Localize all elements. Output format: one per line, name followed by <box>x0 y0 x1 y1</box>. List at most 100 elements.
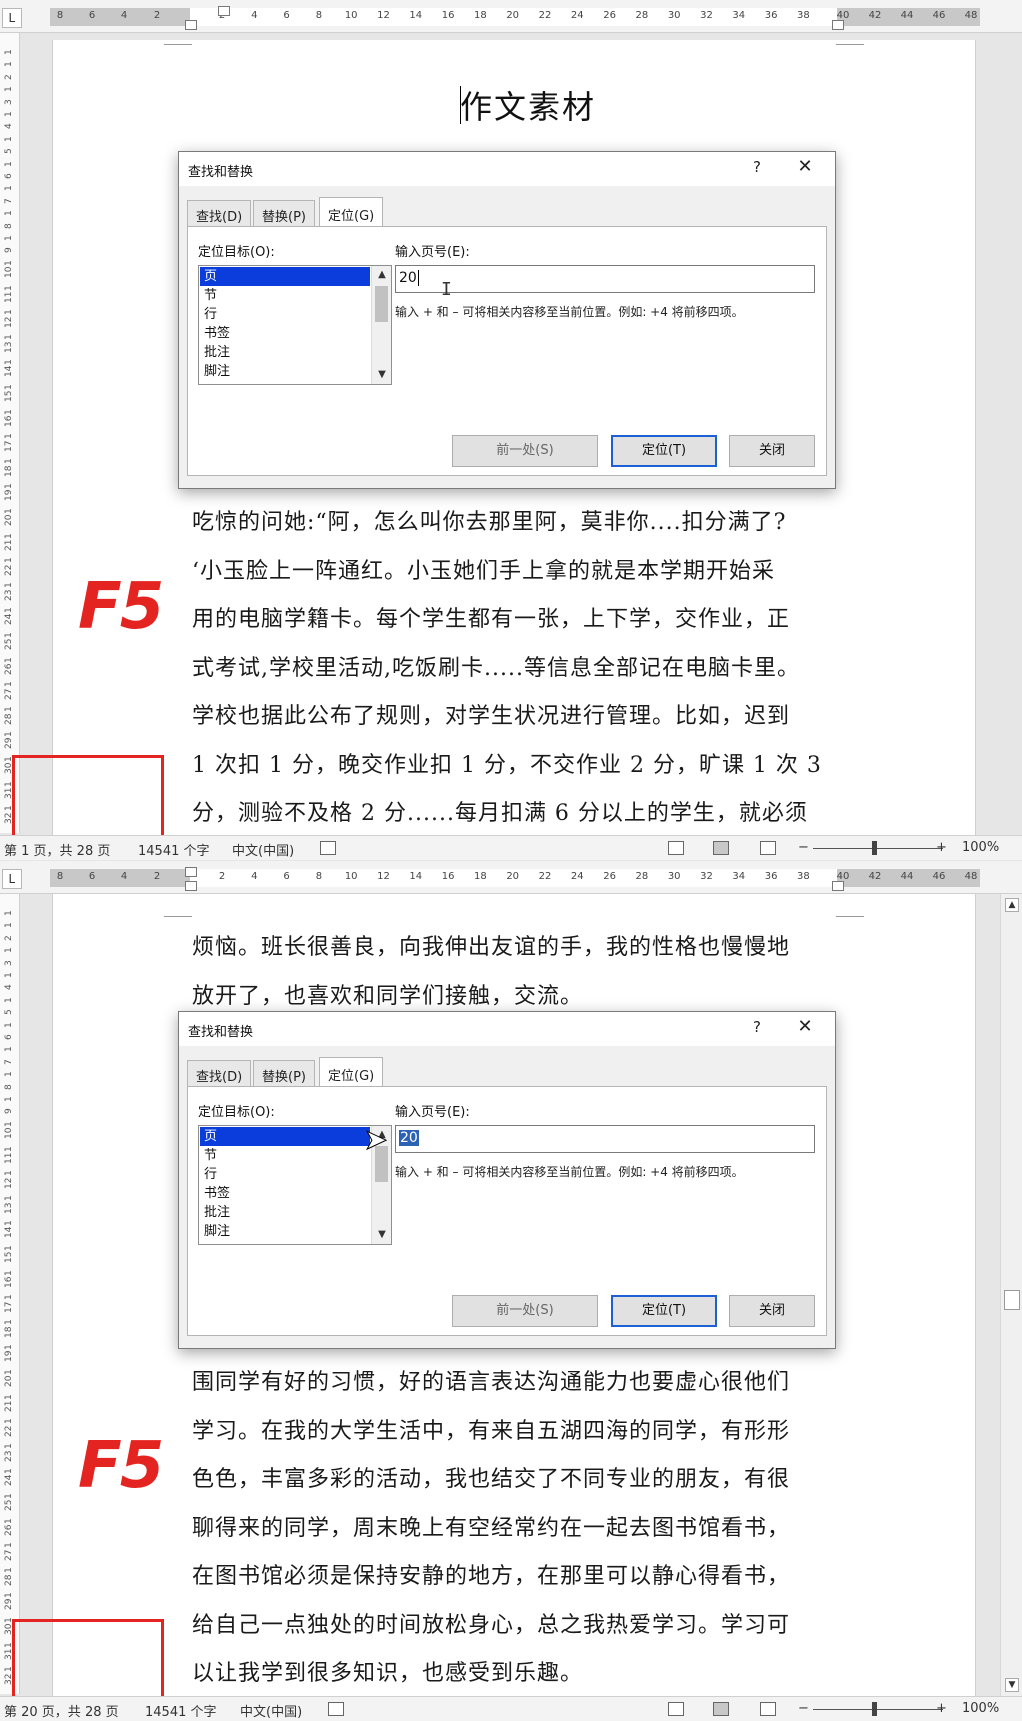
web-layout-icon[interactable] <box>760 841 776 855</box>
document-scrollbar[interactable]: ▲ ▼ <box>1000 894 1022 1696</box>
vruler-tick-label: 1 <box>4 1369 14 1375</box>
ruler-tick-label: 24 <box>570 10 584 21</box>
close-button[interactable]: 关闭 <box>729 1295 815 1327</box>
scroll-down-icon[interactable]: ▼ <box>1005 1678 1019 1692</box>
read-mode-icon[interactable] <box>668 1702 684 1716</box>
zoom-level[interactable]: 100% <box>962 1701 999 1716</box>
word-count-status[interactable]: 14541 个字 <box>138 840 210 859</box>
vruler-tick-label: 1 <box>4 997 14 1003</box>
zoom-slider-track[interactable] <box>813 848 943 849</box>
print-layout-icon[interactable] <box>713 1702 729 1716</box>
web-layout-icon[interactable] <box>760 1702 776 1716</box>
left-indent-marker[interactable] <box>185 20 197 30</box>
list-item-comment[interactable]: 批注 <box>200 343 370 362</box>
ruler-tick-label: 4 <box>251 871 258 882</box>
tab-replace[interactable]: 替换(P) <box>253 200 315 226</box>
zoom-slider-track[interactable] <box>813 1709 943 1710</box>
zoom-level[interactable]: 100% <box>962 840 999 855</box>
vruler-tick-label: 13 <box>4 341 14 353</box>
vruler-tick-label: 1 <box>4 1121 14 1127</box>
help-button[interactable]: ? <box>747 158 767 176</box>
list-item-bookmark[interactable]: 书签 <box>200 324 370 343</box>
list-scrollbar[interactable]: ▲ ▼ <box>371 266 391 384</box>
tab-goto[interactable]: 定位(G) <box>319 1057 384 1087</box>
tab-goto[interactable]: 定位(G) <box>319 197 384 227</box>
vruler-tick-label: 7 <box>4 1059 14 1065</box>
scroll-up-icon[interactable]: ▲ <box>1005 898 1019 912</box>
goto-button[interactable]: 定位(T) <box>611 435 717 467</box>
close-icon[interactable]: ✕ <box>791 1016 819 1037</box>
help-button[interactable]: ? <box>747 1018 767 1036</box>
read-mode-icon[interactable] <box>668 841 684 855</box>
horizontal-ruler[interactable]: L 86422468101214161820222426283032343638… <box>0 0 1022 33</box>
ruler-tick-label: 26 <box>603 10 616 21</box>
zoom-in-icon[interactable]: + <box>936 1701 947 1716</box>
list-item-section[interactable]: 节 <box>200 1146 370 1165</box>
dialog-titlebar[interactable]: 查找和替换 ? ✕ <box>179 1012 835 1046</box>
ruler-tick-label: 18 <box>474 10 487 21</box>
first-line-indent-marker[interactable] <box>218 6 230 16</box>
paragraph-line: 学习。在我的大学生活中，有来自五湖四海的同学，有形形 <box>192 1418 791 1444</box>
page-number-input[interactable]: 20 <box>395 1125 815 1153</box>
paragraph-line: 式考试,学校里活动,吃饭刷卡.....等信息全部记在电脑卡里。 <box>192 655 800 681</box>
language-status[interactable]: 中文(中国) <box>232 840 294 859</box>
macro-record-icon[interactable] <box>328 1702 344 1716</box>
vruler-tick-label: 12 <box>4 316 14 328</box>
close-button[interactable]: 关闭 <box>729 435 815 467</box>
vertical-ruler[interactable]: 1 1 2 1 3 1 4 1 5 1 6 1 7 1 8 1 9 1 10 1 11 1 12 1 13 1 14 1 15 1 16 1 1… <box>0 894 20 1694</box>
word-count-status[interactable]: 14541 个字 <box>145 1701 217 1720</box>
page-count-status[interactable]: 第 1 页，共 28 页 <box>4 840 110 859</box>
right-indent-marker[interactable] <box>832 881 844 891</box>
right-indent-marker[interactable] <box>832 20 844 30</box>
goto-target-list[interactable]: 页 节 行 书签 批注 脚注 ▲ ▼ <box>198 265 392 385</box>
print-layout-icon[interactable] <box>713 841 729 855</box>
list-item-footnote[interactable]: 脚注 <box>200 1222 370 1241</box>
vruler-tick-label: 17 <box>4 1301 14 1313</box>
first-line-indent-marker[interactable] <box>185 867 197 877</box>
ruler-tick-label: 6 <box>283 10 290 21</box>
language-status[interactable]: 中文(中国) <box>240 1701 302 1720</box>
zoom-slider-thumb[interactable] <box>872 1702 877 1716</box>
crop-mark <box>836 916 864 917</box>
vruler-tick-label: 1 <box>4 557 14 564</box>
list-item-comment[interactable]: 批注 <box>200 1203 370 1222</box>
tab-replace[interactable]: 替换(P) <box>253 1060 315 1086</box>
left-indent-marker[interactable] <box>185 881 197 891</box>
goto-button[interactable]: 定位(T) <box>611 1295 717 1327</box>
horizontal-ruler[interactable]: L 86422468101214161820222426283032343638… <box>0 861 1022 894</box>
tab-find[interactable]: 查找(D) <box>187 1060 252 1086</box>
list-item-page[interactable]: 页 <box>200 1127 370 1146</box>
zoom-out-icon[interactable]: − <box>798 1701 809 1716</box>
chevron-down-icon[interactable]: ▼ <box>372 1226 391 1244</box>
vruler-tick-label: 8 <box>4 222 14 229</box>
list-item-footnote[interactable]: 脚注 <box>200 362 370 381</box>
list-item-bookmark[interactable]: 书签 <box>200 1184 370 1203</box>
zoom-in-icon[interactable]: + <box>936 840 947 855</box>
page-number-input[interactable]: 20 <box>395 265 815 293</box>
list-item-page[interactable]: 页 <box>200 267 370 286</box>
vruler-tick-label: 9 <box>4 1108 14 1115</box>
macro-record-icon[interactable] <box>320 841 336 855</box>
chevron-up-icon[interactable]: ▲ <box>372 266 391 284</box>
ruler-tick-label: 20 <box>506 871 520 882</box>
ruler-tick-label: 48 <box>964 871 978 882</box>
dialog-titlebar[interactable]: 查找和替换 ? ✕ <box>179 152 835 186</box>
chevron-down-icon[interactable]: ▼ <box>372 366 391 384</box>
scroll-thumb[interactable] <box>1004 1290 1020 1310</box>
paragraph-line: 用的电脑学籍卡。每个学生都有一张，上下学，交作业，正 <box>192 607 791 632</box>
ruler-tick-label: 26 <box>603 871 616 882</box>
page-count-status[interactable]: 第 20 页，共 28 页 <box>4 1701 119 1720</box>
list-scroll-thumb[interactable] <box>375 286 388 322</box>
previous-button[interactable]: 前一处(S) <box>452 435 598 467</box>
zoom-out-icon[interactable]: − <box>798 840 809 855</box>
vertical-ruler[interactable]: 1 1 2 1 3 1 4 1 5 1 6 1 7 1 8 1 9 1 10 1 11 1 12 1 13 1 14 1 15 1 16 1 1… <box>0 33 20 833</box>
list-item-section[interactable]: 节 <box>200 286 370 305</box>
close-icon[interactable]: ✕ <box>791 156 819 177</box>
goto-target-list[interactable]: 页 节 行 书签 批注 脚注 ▲ ▼ <box>198 1125 392 1245</box>
tab-find[interactable]: 查找(D) <box>187 200 252 226</box>
previous-button[interactable]: 前一处(S) <box>452 1295 598 1327</box>
ruler-tick-label: 32 <box>700 871 713 882</box>
list-item-line[interactable]: 行 <box>200 1165 370 1184</box>
list-item-line[interactable]: 行 <box>200 305 370 324</box>
zoom-slider-thumb[interactable] <box>872 841 877 855</box>
